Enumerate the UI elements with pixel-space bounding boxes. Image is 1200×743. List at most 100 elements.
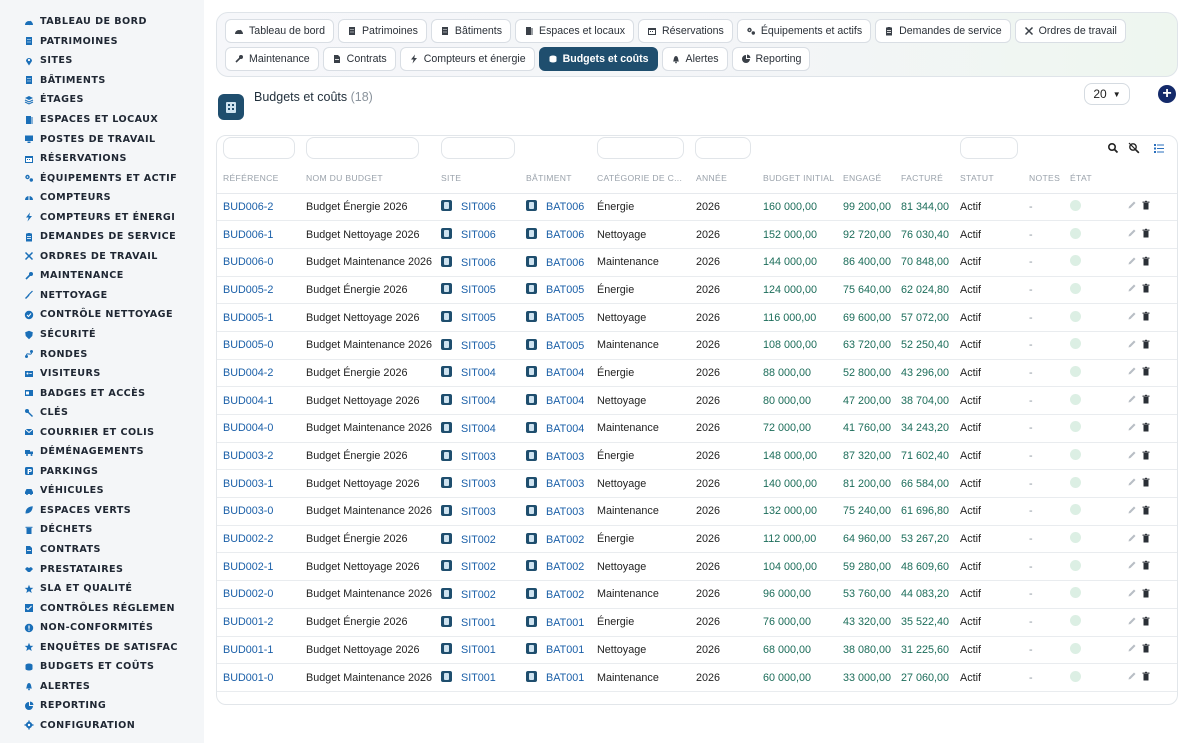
column-header[interactable]: RÉFÉRENCE [217,164,300,194]
table-row[interactable]: BUD002-0 Budget Maintenance 2026 SIT002 BAT… [217,580,1177,609]
site-link[interactable]: SIT004 [461,395,496,407]
column-header[interactable]: BUDGET INITIAL [757,164,837,194]
tab-row2-1[interactable]: Contrats [322,47,396,71]
tab-row1-6[interactable]: Demandes de service [875,19,1011,43]
sidebar-item-5[interactable]: ESPACES ET LOCAUX [0,110,204,130]
delete-icon[interactable] [1141,228,1151,238]
reference-link[interactable]: BUD005-1 [223,312,273,324]
column-header[interactable]: SITE [435,164,520,194]
reference-link[interactable]: BUD005-0 [223,339,273,351]
sidebar-item-34[interactable]: ALERTES [0,677,204,697]
edit-icon[interactable] [1127,339,1137,349]
edit-icon[interactable] [1127,311,1137,321]
filter-reference-input[interactable] [223,137,295,159]
table-row[interactable]: BUD004-2 Budget Énergie 2026 SIT004 BAT004 É… [217,359,1177,388]
delete-icon[interactable] [1141,616,1151,626]
site-link[interactable]: SIT005 [461,284,496,296]
sidebar-item-17[interactable]: RONDES [0,344,204,364]
filter-year-input[interactable] [695,137,751,159]
building-link[interactable]: BAT001 [546,672,584,684]
delete-icon[interactable] [1141,283,1151,293]
column-header[interactable]: FACTURÉ [895,164,954,194]
column-header[interactable]: BÂTIMENT [520,164,591,194]
building-link[interactable]: BAT003 [546,506,584,518]
sidebar-item-3[interactable]: BÂTIMENTS [0,71,204,91]
sidebar-item-21[interactable]: COURRIER ET COLIS [0,422,204,442]
site-link[interactable]: SIT006 [461,257,496,269]
edit-icon[interactable] [1127,422,1137,432]
edit-icon[interactable] [1127,477,1137,487]
clear-filter-icon[interactable] [1128,142,1140,154]
column-header[interactable]: NOTES [1023,164,1064,194]
building-link[interactable]: BAT004 [546,395,584,407]
sidebar-item-15[interactable]: CONTRÔLE NETTOYAGE [0,305,204,325]
reference-link[interactable]: BUD006-0 [223,256,273,268]
reference-link[interactable]: BUD001-1 [223,644,273,656]
edit-icon[interactable] [1127,643,1137,653]
tab-row1-1[interactable]: Patrimoines [337,19,427,43]
reference-link[interactable]: BUD004-2 [223,367,273,379]
sidebar-item-35[interactable]: REPORTING [0,696,204,716]
table-row[interactable]: BUD003-2 Budget Énergie 2026 SIT003 BAT003 É… [217,442,1177,471]
sidebar-item-26[interactable]: DÉCHETS [0,520,204,540]
sidebar-item-6[interactable]: POSTES DE TRAVAIL [0,129,204,149]
sidebar-item-33[interactable]: BUDGETS ET COÛTS [0,657,204,677]
reference-link[interactable]: BUD002-0 [223,588,273,600]
delete-icon[interactable] [1141,588,1151,598]
building-link[interactable]: BAT001 [546,644,584,656]
site-link[interactable]: SIT004 [461,423,496,435]
site-link[interactable]: SIT006 [461,201,496,213]
delete-icon[interactable] [1141,339,1151,349]
tab-row2-5[interactable]: Reporting [731,47,811,71]
column-header[interactable]: ÉTAT [1064,164,1111,194]
site-link[interactable]: SIT002 [461,589,496,601]
table-row[interactable]: BUD005-1 Budget Nettoyage 2026 SIT005 BAT00… [217,303,1177,332]
reference-link[interactable]: BUD004-0 [223,422,273,434]
sidebar-item-19[interactable]: BADGES ET ACCÈS [0,383,204,403]
site-link[interactable]: SIT005 [461,340,496,352]
edit-icon[interactable] [1127,283,1137,293]
site-link[interactable]: SIT003 [461,451,496,463]
reference-link[interactable]: BUD001-2 [223,616,273,628]
building-link[interactable]: BAT002 [546,561,584,573]
building-link[interactable]: BAT003 [546,451,584,463]
building-link[interactable]: BAT005 [546,340,584,352]
sidebar-item-22[interactable]: DÉMÉNAGEMENTS [0,442,204,462]
sidebar-item-27[interactable]: CONTRATS [0,540,204,560]
table-row[interactable]: BUD001-1 Budget Nettoyage 2026 SIT001 BAT00… [217,636,1177,665]
sidebar-item-10[interactable]: COMPTEURS ET ÉNERGI [0,207,204,227]
reference-link[interactable]: BUD004-1 [223,395,273,407]
delete-icon[interactable] [1141,366,1151,376]
sidebar-item-24[interactable]: VÉHICULES [0,481,204,501]
delete-icon[interactable] [1141,643,1151,653]
sidebar-item-0[interactable]: TABLEAU DE BORD [0,12,204,32]
edit-icon[interactable] [1127,560,1137,570]
edit-icon[interactable] [1127,505,1137,515]
edit-icon[interactable] [1127,366,1137,376]
table-row[interactable]: BUD002-2 Budget Énergie 2026 SIT002 BAT002 É… [217,525,1177,554]
edit-icon[interactable] [1127,450,1137,460]
site-link[interactable]: SIT002 [461,534,496,546]
reference-link[interactable]: BUD001-0 [223,672,273,684]
column-header[interactable]: NOM DU BUDGET [300,164,435,194]
add-budget-button[interactable]: + [1158,85,1176,103]
sidebar-item-29[interactable]: SLA ET QUALITÉ [0,579,204,599]
site-link[interactable]: SIT001 [461,617,496,629]
tab-row1-5[interactable]: Équipements et actifs [736,19,872,43]
delete-icon[interactable] [1141,560,1151,570]
sidebar-item-13[interactable]: MAINTENANCE [0,266,204,286]
tab-row1-3[interactable]: Espaces et locaux [515,19,635,43]
table-row[interactable]: BUD001-2 Budget Énergie 2026 SIT001 BAT001 É… [217,608,1177,637]
delete-icon[interactable] [1141,256,1151,266]
reference-link[interactable]: BUD003-0 [223,505,273,517]
column-header[interactable] [1111,164,1177,194]
delete-icon[interactable] [1141,477,1151,487]
tab-row1-0[interactable]: Tableau de bord [225,19,334,43]
sidebar-item-12[interactable]: ORDRES DE TRAVAIL [0,247,204,267]
delete-icon[interactable] [1141,533,1151,543]
filter-name-input[interactable] [306,137,419,159]
sidebar-item-7[interactable]: RÉSERVATIONS [0,149,204,169]
table-row[interactable]: BUD006-0 Budget Maintenance 2026 SIT006 BAT… [217,248,1177,277]
sidebar-item-1[interactable]: PATRIMOINES [0,32,204,52]
table-row[interactable]: BUD004-0 Budget Maintenance 2026 SIT004 BAT… [217,414,1177,443]
